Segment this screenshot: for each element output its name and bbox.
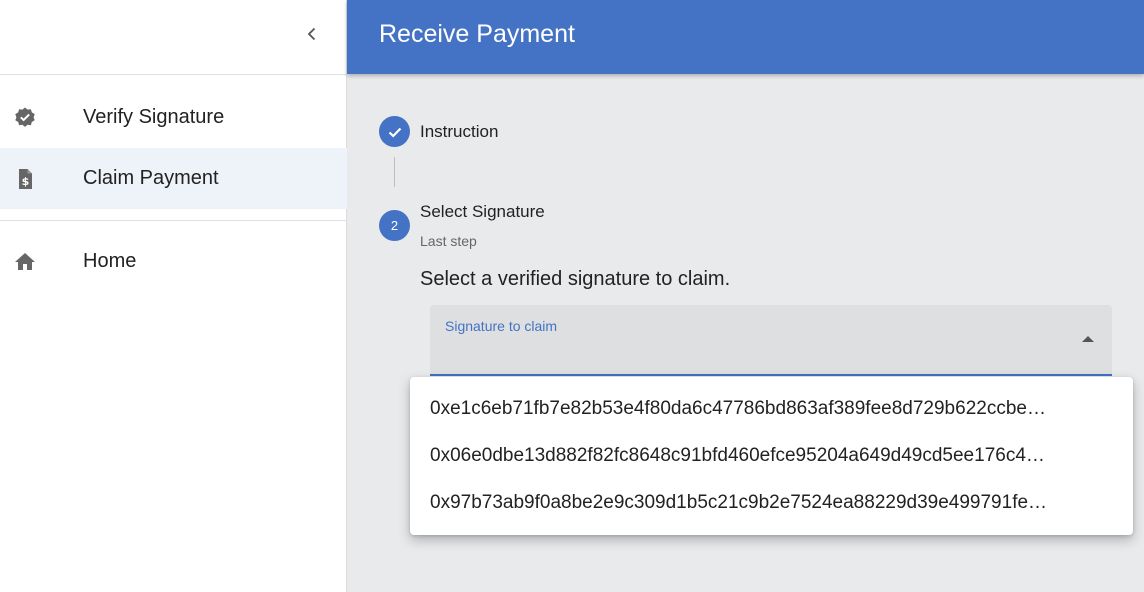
- select-label: Signature to claim: [445, 318, 558, 334]
- verified-badge-icon: [13, 106, 37, 130]
- app-bar: Receive Payment: [347, 0, 1144, 74]
- dropdown-option-label: 0xe1c6eb71fb7e82b53e4f80da6c47786bd863af…: [430, 397, 1046, 419]
- step-optional-text: Last step: [420, 233, 477, 249]
- sidebar-item-verify-signature[interactable]: Verify Signature: [0, 87, 347, 148]
- step-label-select-signature: Select Signature: [420, 202, 545, 221]
- dropdown-option-label: 0x06e0dbe13d882f82fc8648c91bfd460efce952…: [430, 444, 1045, 466]
- home-icon: [13, 250, 37, 274]
- dropdown-option-label: 0x97b73ab9f0a8be2e9c309d1b5c21c9b2e7524e…: [430, 491, 1048, 513]
- step-number-circle: 2: [379, 210, 410, 241]
- receipt-dollar-icon: $: [13, 167, 37, 191]
- signature-dropdown-menu: 0xe1c6eb71fb7e82b53e4f80da6c47786bd863af…: [410, 377, 1133, 535]
- signature-select[interactable]: Signature to claim: [430, 305, 1112, 376]
- sidebar-divider: [0, 220, 347, 221]
- step-connector: [394, 157, 395, 187]
- page-title: Receive Payment: [379, 20, 575, 48]
- step-label-instruction: Instruction: [420, 122, 499, 141]
- check-icon: [388, 127, 401, 138]
- step-number: 2: [390, 218, 399, 233]
- step-instruction-text: Select a verified signature to claim.: [420, 268, 731, 290]
- sidebar-header: [0, 0, 346, 75]
- sidebar-item-label: Verify Signature: [83, 106, 225, 128]
- sidebar: Verify Signature $ Claim Payment Home: [0, 0, 347, 592]
- caret-up-icon: [1082, 336, 1094, 342]
- dropdown-option[interactable]: 0xe1c6eb71fb7e82b53e4f80da6c47786bd863af…: [410, 385, 1133, 432]
- chevron-left-icon: [307, 27, 316, 41]
- svg-text:$: $: [22, 175, 30, 188]
- sidebar-item-label: Claim Payment: [83, 167, 219, 189]
- dropdown-option[interactable]: 0x06e0dbe13d882f82fc8648c91bfd460efce952…: [410, 432, 1133, 479]
- collapse-sidebar-button[interactable]: [296, 18, 328, 50]
- step-completed-circle: [379, 116, 410, 147]
- sidebar-item-home[interactable]: Home: [0, 231, 347, 292]
- sidebar-item-label: Home: [83, 250, 137, 272]
- dropdown-option[interactable]: 0x97b73ab9f0a8be2e9c309d1b5c21c9b2e7524e…: [410, 479, 1133, 526]
- sidebar-item-claim-payment[interactable]: $ Claim Payment: [0, 148, 347, 209]
